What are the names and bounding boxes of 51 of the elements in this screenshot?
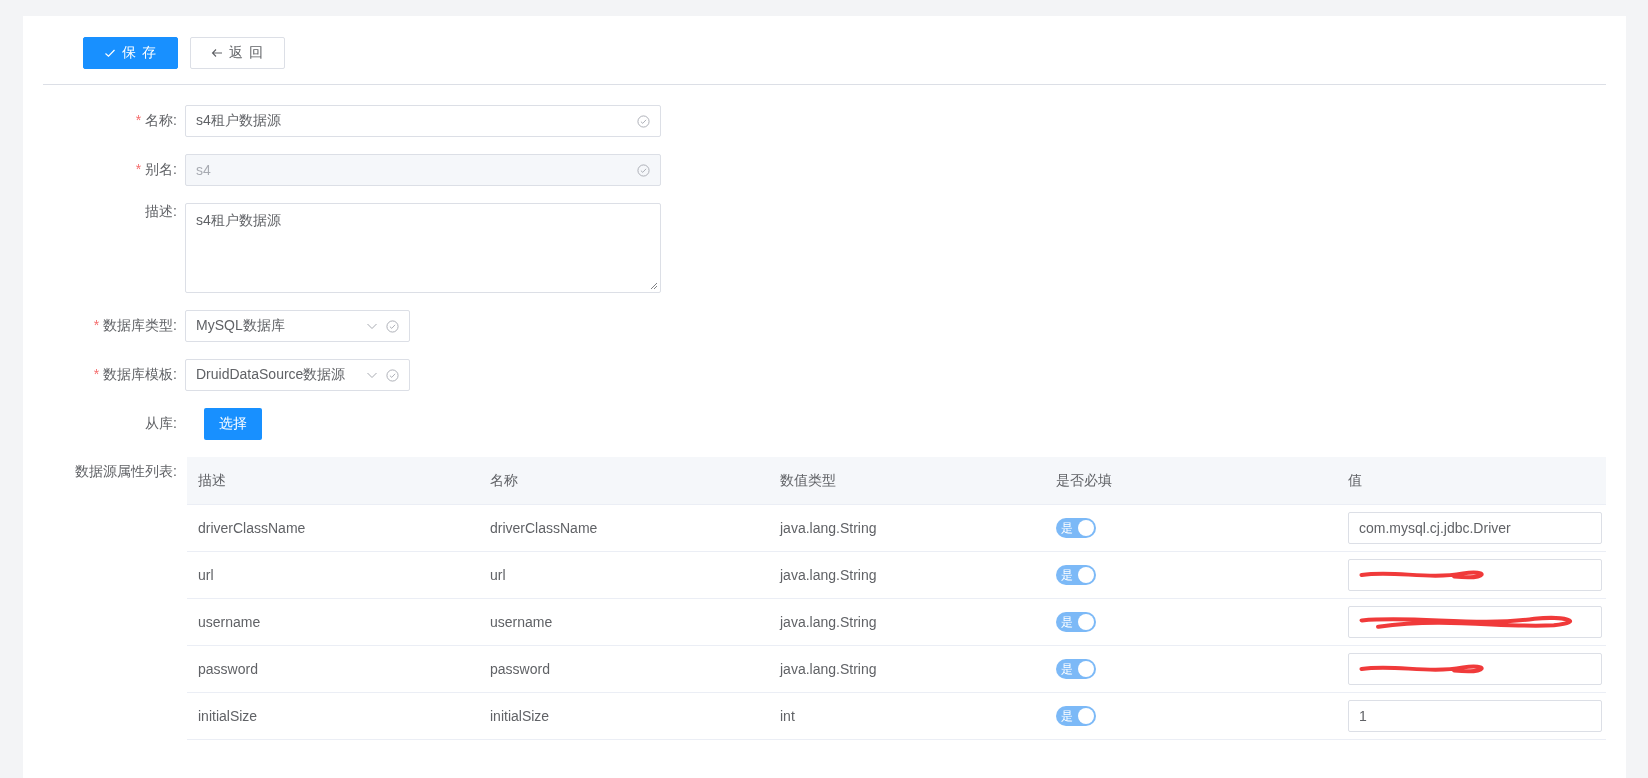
- table-cell: driverClassName: [490, 520, 598, 536]
- table-cell: username: [198, 614, 261, 630]
- field-label: 从库:: [145, 415, 177, 431]
- table-cell: initialSize: [490, 708, 550, 724]
- table-cell: java.lang.String: [780, 614, 877, 630]
- toggle-switch[interactable]: 是: [1056, 659, 1096, 679]
- select-field[interactable]: DruidDataSource数据源: [185, 359, 410, 391]
- table-cell: password: [490, 661, 550, 677]
- field-label: 名称:: [145, 112, 177, 128]
- column-header: 数值类型: [779, 471, 837, 490]
- toggle-switch[interactable]: 是: [1056, 565, 1096, 585]
- input-field[interactable]: [1348, 559, 1602, 591]
- input-field[interactable]: [1348, 653, 1602, 685]
- field-label: 数据库类型:: [103, 317, 177, 333]
- required-asterisk: *: [135, 112, 142, 128]
- table-cell: url: [198, 567, 214, 583]
- arrow-left-icon: [210, 47, 223, 59]
- table-cell: int: [780, 708, 795, 724]
- input-field[interactable]: s4租户数据源: [185, 105, 661, 137]
- field-label: 别名:: [145, 161, 177, 177]
- required-asterisk: *: [93, 366, 100, 382]
- toggle-switch[interactable]: 是: [1056, 612, 1096, 632]
- table-cell: url: [490, 567, 506, 583]
- table-cell: java.lang.String: [780, 520, 877, 536]
- column-header: 描述: [197, 471, 227, 490]
- input-field[interactable]: com.mysql.cj.jdbc.Driver: [1348, 512, 1602, 544]
- input-field[interactable]: [1348, 606, 1602, 638]
- back-button[interactable]: 返 回: [189, 37, 285, 69]
- required-asterisk: *: [93, 317, 100, 333]
- toggle-switch[interactable]: 是: [1056, 706, 1096, 726]
- field-label: 数据库模板:: [103, 366, 177, 382]
- required-asterisk: *: [135, 161, 142, 177]
- column-header: 名称: [489, 471, 519, 490]
- table-cell: driverClassName: [198, 520, 306, 536]
- field-label: 描述:: [145, 203, 177, 219]
- save-button[interactable]: 保 存: [83, 37, 178, 69]
- table-cell: java.lang.String: [780, 567, 877, 583]
- select-button[interactable]: 选择: [204, 408, 262, 440]
- field-label: 数据源属性列表:: [75, 463, 177, 479]
- resize-handle-icon[interactable]: [650, 282, 658, 290]
- table-cell: initialSize: [198, 708, 258, 724]
- table-cell: java.lang.String: [780, 661, 877, 677]
- select-field[interactable]: MySQL数据库: [185, 310, 410, 342]
- table-cell: password: [198, 661, 258, 677]
- column-header: 值: [1347, 471, 1363, 490]
- input-field[interactable]: 1: [1348, 700, 1602, 732]
- table-cell: username: [490, 614, 553, 630]
- toggle-switch[interactable]: 是: [1056, 518, 1096, 538]
- check-icon: [104, 47, 116, 59]
- textarea-field[interactable]: s4租户数据源: [185, 203, 661, 293]
- column-header: 是否必填: [1055, 471, 1113, 490]
